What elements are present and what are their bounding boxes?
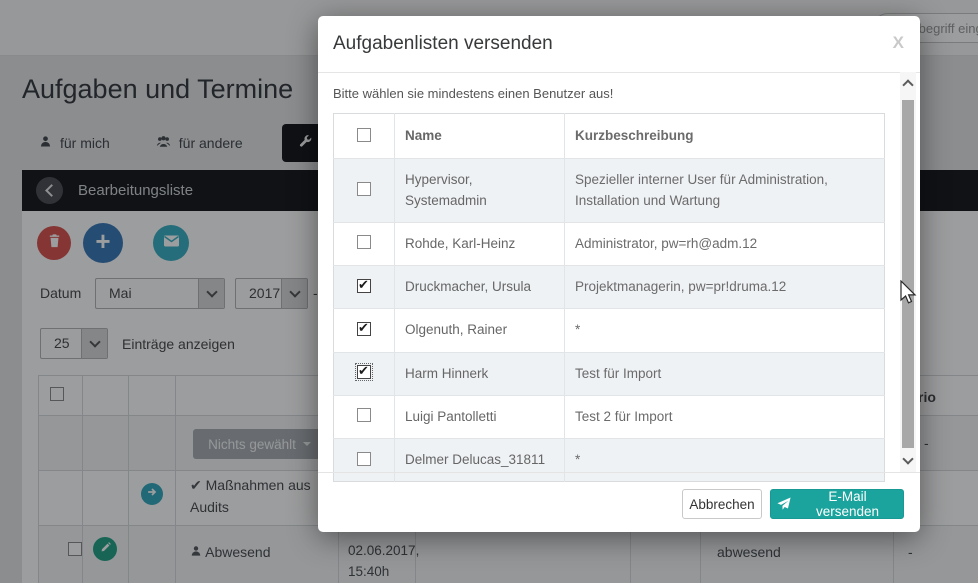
close-icon[interactable]: X — [893, 33, 904, 53]
user-checkbox[interactable] — [357, 322, 371, 336]
user-desc: Test 2 für Import — [565, 395, 885, 438]
user-desc: Administrator, pw=rh@adm.12 — [565, 222, 885, 265]
user-row: Harm HinnerkTest für Import — [334, 352, 885, 395]
scrollbar-thumb[interactable] — [902, 100, 914, 448]
select-all-users-checkbox[interactable] — [357, 128, 371, 142]
user-name: Luigi Pantolletti — [395, 395, 565, 438]
user-name: Rohde, Karl-Heinz — [395, 222, 565, 265]
user-table-header-row: Name Kurzbeschreibung — [334, 114, 885, 159]
modal-hint: Bitte wählen sie mindestens einen Benutz… — [333, 86, 613, 101]
user-desc: * — [565, 309, 885, 352]
user-row: Olgenuth, Rainer* — [334, 309, 885, 352]
send-email-button[interactable]: E-Mail versenden — [770, 489, 904, 519]
send-email-label: E-Mail versenden — [798, 489, 897, 519]
user-row: Hypervisor, SystemadminSpezieller intern… — [334, 159, 885, 223]
user-checkbox[interactable] — [357, 235, 371, 249]
scroll-up-icon[interactable] — [902, 79, 913, 90]
user-name: Druckmacher, Ursula — [395, 266, 565, 309]
scroll-down-icon[interactable] — [902, 453, 913, 464]
user-checkbox[interactable] — [357, 279, 371, 293]
user-row: Druckmacher, UrsulaProjektmanagerin, pw=… — [334, 266, 885, 309]
cancel-button[interactable]: Abbrechen — [682, 489, 762, 519]
app-window: Aufgaben und Termine für mich für andere… — [0, 0, 978, 583]
user-desc: Spezieller interner User für Administrat… — [565, 159, 885, 223]
modal-footer: Abbrechen E-Mail versenden — [318, 472, 920, 533]
modal-title: Aufgabenlisten versenden — [333, 33, 553, 55]
column-header-desc: Kurzbeschreibung — [565, 114, 885, 159]
user-name: Olgenuth, Rainer — [395, 309, 565, 352]
user-table: Name Kurzbeschreibung Hypervisor, System… — [333, 113, 885, 482]
modal-header: Aufgabenlisten versenden X — [318, 16, 920, 73]
user-table-body: Hypervisor, SystemadminSpezieller intern… — [334, 159, 885, 482]
user-checkbox[interactable] — [357, 452, 371, 466]
column-header-name: Name — [395, 114, 565, 159]
mouse-cursor — [900, 280, 917, 311]
user-desc: Test für Import — [565, 352, 885, 395]
user-checkbox[interactable] — [357, 182, 371, 196]
user-checkbox[interactable] — [357, 365, 371, 379]
user-name: Harm Hinnerk — [395, 352, 565, 395]
paper-plane-icon — [777, 497, 791, 511]
user-desc: Projektmanagerin, pw=pr!druma.12 — [565, 266, 885, 309]
user-name: Hypervisor, Systemadmin — [395, 159, 565, 223]
send-tasklists-modal: Aufgabenlisten versenden X Bitte wählen … — [318, 16, 920, 532]
user-checkbox[interactable] — [357, 408, 371, 422]
user-row: Rohde, Karl-HeinzAdministrator, pw=rh@ad… — [334, 222, 885, 265]
modal-scrollbar[interactable] — [900, 72, 916, 472]
user-row: Luigi PantollettiTest 2 für Import — [334, 395, 885, 438]
